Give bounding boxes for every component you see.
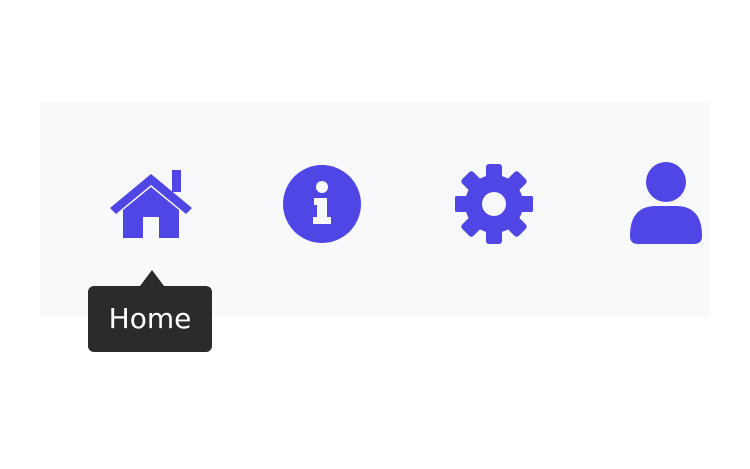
home-icon [110,170,192,238]
page: Home [0,0,750,469]
home-button[interactable] [106,168,196,240]
profile-button[interactable] [630,162,702,244]
settings-button[interactable] [455,164,533,244]
info-button[interactable] [283,165,361,243]
info-icon [283,165,361,243]
user-icon [630,162,702,244]
tooltip-arrow [140,270,164,286]
home-tooltip: Home [88,286,212,352]
gear-icon [455,164,533,244]
